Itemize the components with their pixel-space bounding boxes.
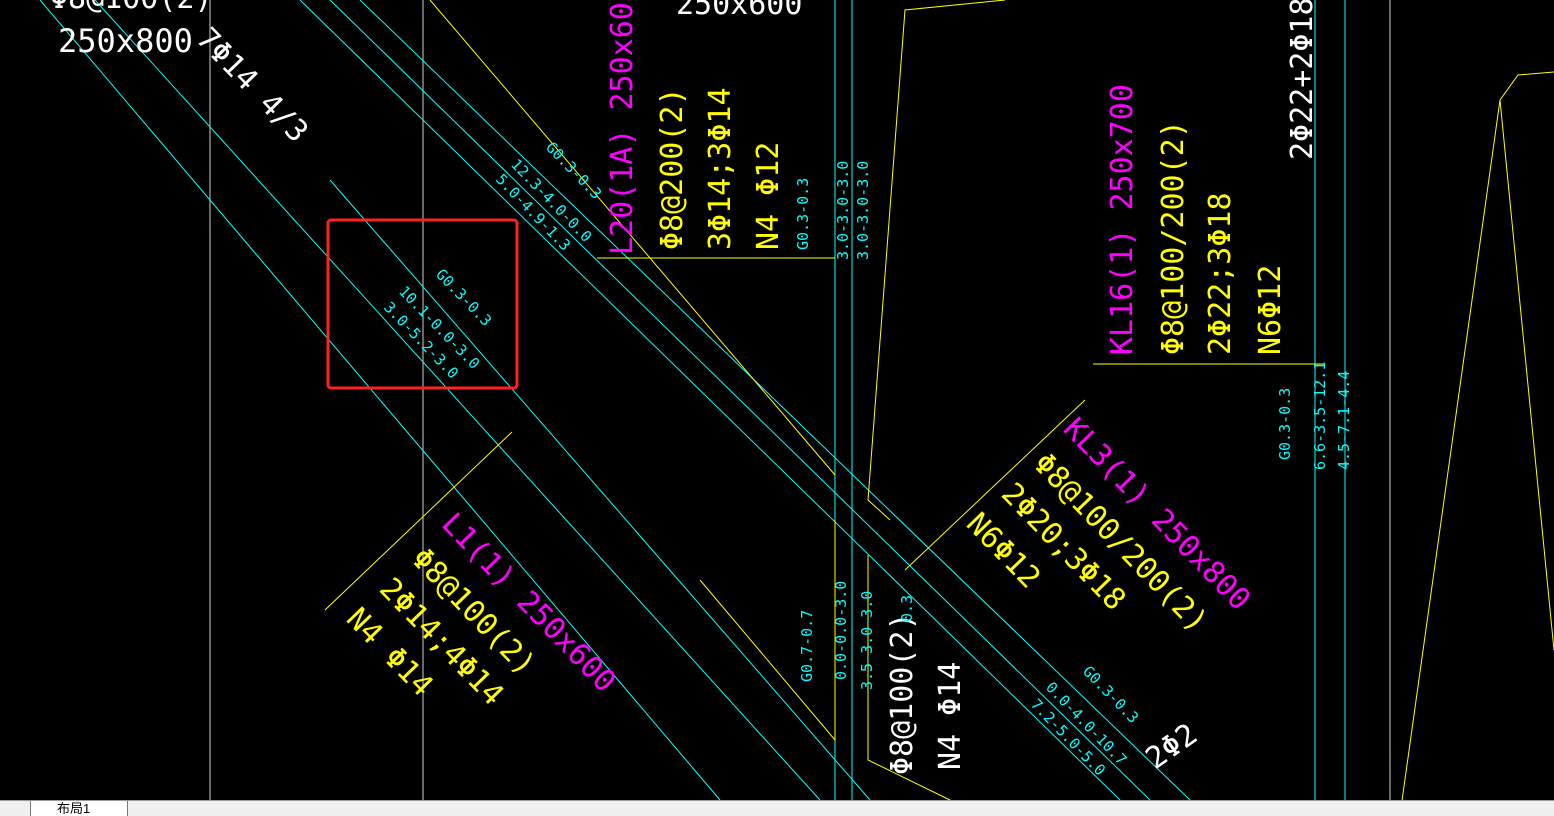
beam-L20-stirrup: Φ8@200(2) xyxy=(655,87,690,250)
rebar-tag: 3.5-3.0-3.0 xyxy=(858,591,876,690)
layout-tab-bar: 布局1 xyxy=(0,800,1554,816)
diagonal-bars-label: 7Φ14 4/3 xyxy=(189,21,315,149)
bottom-stirrup-label: Φ8@100(2) xyxy=(885,612,920,775)
beam-L1-annotation: L1(1) 250x600 Φ8@100(2) 2Φ14;4Φ14 N4 Φ14 xyxy=(339,506,622,712)
rebar-tag: G0.3-0.3 xyxy=(794,178,812,250)
beam-KL16-stirrup: Φ8@100/200(2) xyxy=(1156,120,1191,355)
beam-KL16-bars: 2Φ22;3Φ18 xyxy=(1203,192,1238,355)
beam-L20-side: N4 Φ12 xyxy=(751,142,786,250)
rebar-tag: 3.0-3.0-3.0 xyxy=(834,161,852,260)
beam-L20-bars: 3Φ14;3Φ14 xyxy=(703,87,738,250)
top-size-label: 250x600 xyxy=(676,0,802,22)
rebar-tag: G0.7-0.7 xyxy=(798,610,816,682)
beam-L20-name: L20(1A) 250x600 xyxy=(605,0,640,255)
rebar-tag: G0.3-0.3 xyxy=(1276,388,1294,460)
beam-KL16-name: KL16(1) 250x700 xyxy=(1105,84,1140,355)
beam-size-label: 250x800 xyxy=(58,22,193,60)
rebar-tag: 0.0-0.0-3.0 xyxy=(832,581,850,680)
beam-L20-annotation: L20(1A) 250x600 Φ8@200(2) 3Φ14;3Φ14 N4 Φ… xyxy=(605,0,786,255)
rebar-tag: 3.0-3.0-3.0 xyxy=(854,161,872,260)
beam-KL16-annotation: KL16(1) 250x700 Φ8@100/200(2) 2Φ22;3Φ18 … xyxy=(1105,84,1288,355)
stirrup-partial-label: Φ8@100(2) xyxy=(50,0,213,16)
bottom-side-label: N4 Φ14 xyxy=(933,662,968,770)
cad-drawing-canvas[interactable]: Φ8@100(2) 250x800 7Φ14 4/3 250x600 2Φ22+… xyxy=(0,0,1554,815)
beam-KL16-side: N6Φ12 xyxy=(1253,265,1288,355)
bottom-partial-label: 2Φ2 xyxy=(1140,717,1204,777)
right-vertical-label: 2Φ22+2Φ18 xyxy=(1285,0,1320,160)
layout-tab[interactable]: 布局1 xyxy=(30,801,128,816)
beam-KL3-annotation: KL3(1) 250x800 Φ8@100/200(2) 2Φ20;3Φ18 N… xyxy=(959,411,1257,639)
rebar-tag: 4.5-7.1-4.4 xyxy=(1335,371,1353,470)
rebar-tag: 6.6-3.5-12.1 xyxy=(1311,362,1329,470)
rebar-tag: 0.3 xyxy=(898,595,916,622)
bottom-vertical-annotation: Φ8@100(2) N4 Φ14 2Φ2 xyxy=(885,612,1204,776)
